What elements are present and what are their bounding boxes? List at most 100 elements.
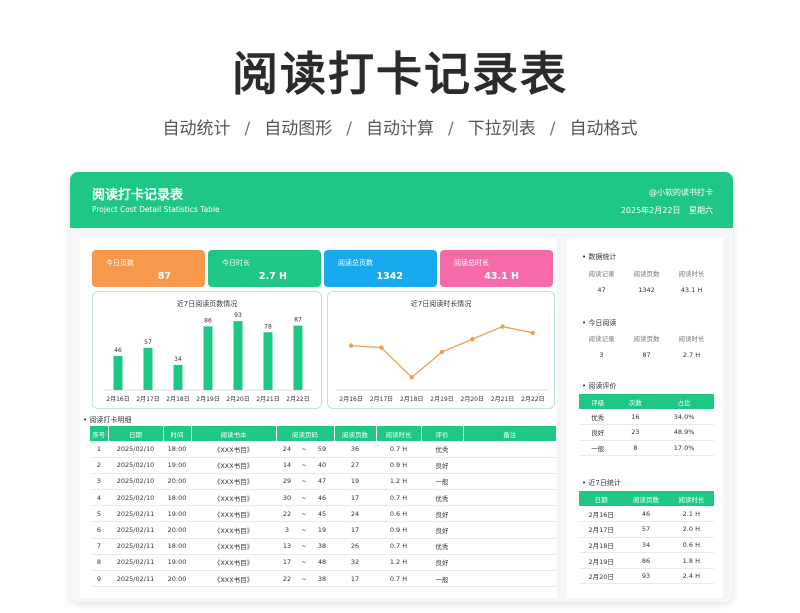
today-header: 阅读页数 bbox=[633, 335, 660, 343]
col-header: 序号 bbox=[90, 426, 109, 441]
bar-chart-panel: 近7日阅读页数情况 46 2月16日 57 2月17日 34 2月18日 86 2月19日 93… bbox=[92, 291, 322, 409]
table-cell: 93 bbox=[623, 568, 669, 585]
table-cell: 良好 bbox=[421, 554, 463, 572]
table-cell: 17 bbox=[334, 570, 376, 588]
table-cell: 3 bbox=[276, 521, 298, 539]
table-cell[interactable] bbox=[463, 457, 557, 474]
line-chart-panel: 近7日阅读时长情况 2月16日 2月17日 2月18日 2月19日 2月20日 2月21日… bbox=[327, 291, 555, 409]
data-label: 57 bbox=[144, 339, 152, 346]
table-cell: 0.9 H bbox=[376, 457, 421, 474]
table-cell: 22 bbox=[276, 505, 298, 523]
stat-label: 今日时长 bbox=[222, 259, 250, 267]
table-cell: 16 bbox=[616, 409, 655, 426]
table-cell: 26 bbox=[334, 538, 376, 555]
table-cell[interactable] bbox=[463, 505, 557, 523]
table-row: 1 2025/02/10 18:00 《XXX书目》 24 ~59 36 0.7 H 优秀 bbox=[90, 441, 557, 458]
table-cell: 34 bbox=[623, 537, 669, 554]
table-cell: 8 bbox=[90, 554, 108, 572]
col-header: 时间 bbox=[163, 426, 192, 441]
today-section-title: • 今日阅读 bbox=[582, 319, 617, 327]
feature-item: 下拉列表 bbox=[467, 119, 536, 139]
table-cell: 17.0% bbox=[654, 440, 714, 457]
table-cell[interactable] bbox=[463, 521, 557, 539]
table-cell[interactable] bbox=[463, 538, 557, 555]
data-label: 93 bbox=[234, 312, 242, 319]
stat-value: 2.7 H bbox=[258, 271, 287, 282]
table-cell: 2025/02/11 bbox=[108, 554, 163, 572]
table-cell: 14 bbox=[276, 457, 298, 474]
tick-label: 2月21日 bbox=[256, 396, 279, 403]
tick-label: 2月17日 bbox=[136, 396, 159, 403]
table-row: 9 2025/02/11 20:00 《XXX书目》 22 ~38 17 0.7 H 一般 bbox=[90, 570, 557, 588]
weekday-text: 星期六 bbox=[689, 206, 713, 215]
table-cell[interactable] bbox=[463, 570, 557, 588]
table-cell: 1 bbox=[90, 441, 108, 458]
table-cell[interactable] bbox=[463, 554, 557, 572]
table-cell[interactable] bbox=[463, 473, 557, 491]
table-cell: 17 bbox=[276, 554, 298, 572]
data-point bbox=[379, 345, 384, 350]
table-cell: 20:00 bbox=[163, 473, 191, 491]
today-header: 阅读记录 bbox=[588, 335, 615, 343]
table-cell: 20:00 bbox=[163, 521, 191, 539]
table-cell[interactable] bbox=[463, 441, 557, 458]
recent-row: 2月19日 86 1.8 H bbox=[579, 552, 714, 569]
today-title-text: 今日阅读 bbox=[588, 319, 617, 327]
recent-title-text: 近7日统计 bbox=[588, 479, 621, 487]
data-label: 78 bbox=[264, 323, 272, 330]
table-cell: 48.9% bbox=[654, 424, 714, 441]
table-cell: ~ bbox=[298, 457, 310, 474]
col-header: 备注 bbox=[463, 426, 557, 441]
bar bbox=[113, 355, 123, 390]
table-cell: 29 bbox=[276, 473, 298, 491]
author-label: @小软的读书打卡 bbox=[649, 188, 713, 197]
table-cell: 5 bbox=[90, 505, 108, 523]
table-row: 7 2025/02/11 18:00 《XXX书目》 13 ~38 26 0.7 H 优秀 bbox=[90, 538, 557, 555]
table-cell: 20:00 bbox=[163, 570, 191, 588]
table-cell: 《XXX书目》 bbox=[191, 457, 276, 474]
table-cell: 一般 bbox=[421, 570, 463, 588]
table-cell: 2025/02/10 bbox=[108, 441, 163, 458]
table-cell: 0.7 H bbox=[376, 570, 421, 588]
separator: / bbox=[244, 119, 251, 139]
table-cell[interactable] bbox=[463, 489, 557, 507]
table-cell: 8 bbox=[616, 440, 655, 457]
table-cell: 59 bbox=[310, 441, 334, 458]
bar bbox=[293, 325, 303, 390]
bar bbox=[263, 332, 273, 390]
table-cell: 36 bbox=[334, 441, 376, 458]
table-row: 2 2025/02/10 19:00 《XXX书目》 14 ~40 27 0.9 H 良好 bbox=[90, 457, 557, 474]
tick-label: 2月20日 bbox=[461, 396, 484, 403]
table-cell: 《XXX书目》 bbox=[191, 554, 276, 572]
table-cell: 2.1 H bbox=[668, 506, 714, 523]
summary-block: 阅读记录 阅读页数 阅读时长 47 1342 43.1 H bbox=[579, 268, 714, 294]
today-value: 87 bbox=[642, 351, 651, 359]
table-cell: 《XXX书目》 bbox=[191, 538, 276, 555]
col-header: 阅读时长 bbox=[376, 426, 422, 441]
table-row: 6 2025/02/11 20:00 《XXX书目》 3 ~19 17 0.9 H 良好 bbox=[90, 521, 557, 539]
table-cell: 2.4 H bbox=[668, 568, 714, 585]
bar bbox=[173, 364, 183, 390]
summary-header: 阅读页数 bbox=[633, 270, 660, 278]
recent-row: 2月16日 46 2.1 H bbox=[579, 506, 714, 523]
table-cell: 优秀 bbox=[421, 489, 463, 507]
stat-card-total-time: 阅读总时长 43.1 H bbox=[440, 250, 553, 287]
table-cell: 57 bbox=[623, 521, 669, 538]
table-cell: 《XXX书目》 bbox=[191, 570, 276, 588]
tick-label: 2月18日 bbox=[400, 396, 423, 403]
rating-header-row: 评级 次数 占比 bbox=[579, 394, 714, 409]
side-panel: • 数据统计 阅读记录 阅读页数 阅读时长 47 1342 43.1 H • 今… bbox=[567, 238, 723, 598]
bar-chart: 46 2月16日 57 2月17日 34 2月18日 86 2月19日 93 2月20日 78 2月2… bbox=[103, 312, 313, 403]
stat-value: 87 bbox=[157, 271, 171, 282]
table-cell: 13 bbox=[276, 538, 298, 555]
summary-title-text: 数据统计 bbox=[588, 253, 617, 261]
recent-table: 日期 阅读页数 阅读时长 2月16日 46 2.1 H 2月17日 57 2.0 H 2月1… bbox=[579, 491, 714, 585]
table-cell: 0.7 H bbox=[376, 538, 421, 555]
table-cell: ~ bbox=[298, 570, 310, 588]
data-point bbox=[530, 330, 536, 336]
table-cell: 46 bbox=[310, 489, 334, 507]
feature-item: 自动计算 bbox=[366, 119, 434, 139]
table-row: 5 2025/02/11 19:00 《XXX书目》 22 ~45 24 0.6 H 良好 bbox=[90, 505, 557, 523]
table-cell: 0.6 H bbox=[376, 505, 421, 523]
table-cell: 《XXX书目》 bbox=[191, 441, 276, 458]
